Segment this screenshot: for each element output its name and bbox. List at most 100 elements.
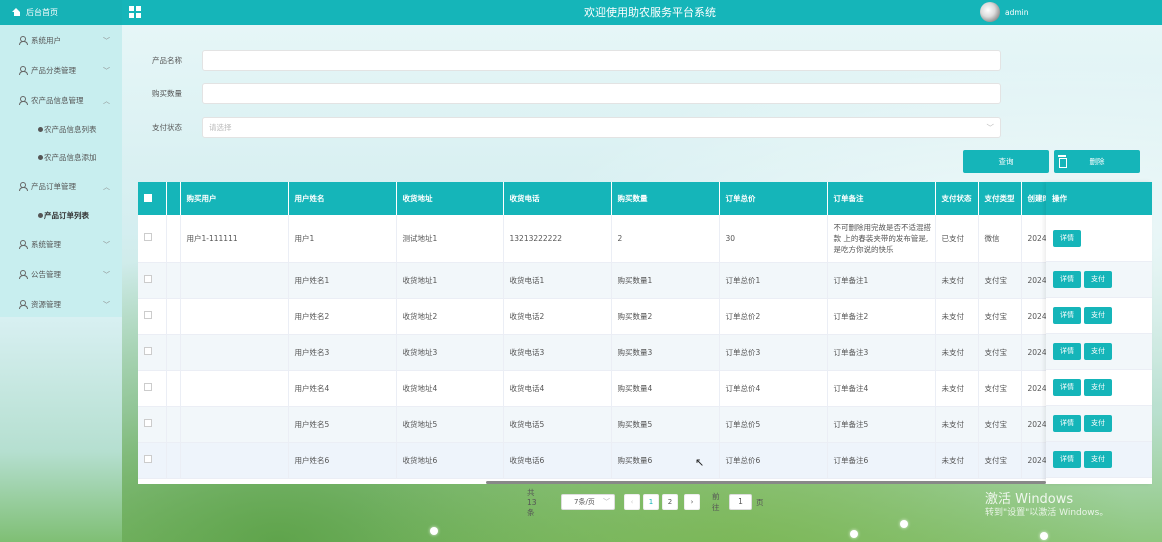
detail-button[interactable]: 详情	[1053, 451, 1081, 468]
detail-button[interactable]: 详情	[1053, 229, 1081, 247]
product-name-label: 产品名称	[152, 56, 182, 65]
table-row[interactable]: 用户姓名3 收货地址3 收货电话3 购买数量3 订单总价3 订单备注3 未支付 支付宝 2024…	[138, 334, 1152, 371]
detail-button[interactable]: 详情	[1053, 379, 1081, 396]
goto-page-input[interactable]: 1	[729, 494, 752, 510]
table-cell-remark: 订单备注2	[827, 298, 936, 335]
row-checkbox[interactable]	[144, 347, 152, 355]
table-row[interactable]: 用户姓名1 收货地址1 收货电话1 购买数量1 订单总价1 订单备注1 未支付 支付宝 2024…	[138, 262, 1152, 299]
table-cell-buyer	[180, 406, 289, 443]
table-cell-buyer: 用户1-111111	[180, 215, 289, 263]
row-select-cell[interactable]	[138, 370, 167, 407]
table-cell-phone: 收货电话6	[503, 442, 612, 479]
detail-button[interactable]: 详情	[1053, 307, 1081, 324]
sidebar-subitem-order-list[interactable]: 产品订单列表	[0, 201, 122, 229]
index-cell	[166, 215, 181, 263]
quantity-input[interactable]	[202, 83, 1001, 104]
operations-cell: 详情 支付	[1046, 298, 1152, 334]
table-cell-remark: 订单备注1	[827, 262, 936, 299]
column-header: 收货电话	[503, 182, 612, 215]
user-icon	[18, 66, 28, 75]
horizontal-scrollbar[interactable]	[486, 481, 1046, 484]
sidebar-subitem-label: 产品订单列表	[44, 210, 89, 220]
sidebar-item-product-info[interactable]: 农产品信息管理 ︿	[0, 85, 122, 115]
query-button[interactable]: 查询	[963, 150, 1049, 173]
sidebar-item-system-manage[interactable]: 系统管理 ﹀	[0, 229, 122, 259]
pay-status-placeholder: 请选择	[209, 123, 232, 132]
username[interactable]: admin	[1005, 0, 1029, 25]
table-cell-status: 未支付	[935, 298, 979, 335]
detail-button[interactable]: 详情	[1053, 343, 1081, 360]
mouse-cursor-icon: ↖	[695, 456, 705, 469]
page-size-select[interactable]: 7条/页 ﹀	[561, 494, 615, 510]
row-checkbox[interactable]	[144, 275, 152, 283]
sidebar-item-orders[interactable]: 产品订单管理 ︿	[0, 171, 122, 201]
sidebar-item-resources[interactable]: 资源管理 ﹀	[0, 289, 122, 319]
sidebar-subitem-product-add[interactable]: 农产品信息添加	[0, 143, 122, 171]
table-cell-phone: 13213222222	[503, 215, 612, 263]
quantity-row: 购买数量	[152, 83, 1001, 104]
table-cell-name: 用户姓名4	[288, 370, 397, 407]
chevron-up-icon: ︿	[103, 97, 110, 105]
table-row[interactable]: 用户姓名2 收货地址2 收货电话2 购买数量2 订单总价2 订单备注2 未支付 支付宝 2024…	[138, 298, 1152, 335]
row-select-cell[interactable]	[138, 215, 167, 263]
detail-button[interactable]: 详情	[1053, 415, 1081, 432]
next-page-button[interactable]: ›	[684, 494, 700, 510]
row-select-cell[interactable]	[138, 262, 167, 299]
page-button-2[interactable]: 2	[662, 494, 678, 510]
table-cell-name: 用户姓名5	[288, 406, 397, 443]
detail-button[interactable]: 详情	[1053, 271, 1081, 288]
pay-button[interactable]: 支付	[1084, 451, 1112, 468]
pay-button[interactable]: 支付	[1084, 307, 1112, 324]
row-select-cell[interactable]	[138, 406, 167, 443]
pay-button[interactable]: 支付	[1084, 343, 1112, 360]
sidebar-subitem-product-list[interactable]: 农产品信息列表	[0, 115, 122, 143]
orders-table: 购买用户 用户姓名 收货地址 收货电话 购买数量 订单总价 订单备注 支付状态 …	[138, 182, 1152, 484]
table-cell-total: 订单总价4	[719, 370, 828, 407]
sidebar-item-label: 产品分类管理	[31, 65, 76, 75]
table-cell-paytype: 支付宝	[978, 262, 1022, 299]
row-select-cell[interactable]	[138, 298, 167, 335]
operations-cell: 详情	[1046, 215, 1152, 262]
table-row[interactable]: 用户1-111111 用户1 测试地址1 13213222222 2 30 不可删除用完故是…	[138, 215, 1152, 263]
select-all-cell[interactable]	[138, 182, 167, 215]
row-checkbox[interactable]	[144, 419, 152, 427]
table-cell-qty: 2	[611, 215, 720, 263]
pay-status-select[interactable]: 请选择 ﹀	[202, 117, 1001, 138]
table-row[interactable]: 用户姓名4 收货地址4 收货电话4 购买数量4 订单总价4 订单备注4 未支付 支付宝 2024…	[138, 370, 1152, 407]
delete-button[interactable]: 删除	[1054, 150, 1140, 173]
table-cell-buyer	[180, 334, 289, 371]
column-header: 操作	[1046, 182, 1152, 215]
row-select-cell[interactable]	[138, 442, 167, 479]
table-cell-address: 收货地址6	[396, 442, 504, 479]
pay-button[interactable]: 支付	[1084, 415, 1112, 432]
chevron-down-icon: ﹀	[103, 301, 110, 309]
table-cell-name: 用户姓名2	[288, 298, 397, 335]
column-header: 订单备注	[827, 182, 936, 215]
row-checkbox[interactable]	[144, 233, 152, 242]
row-checkbox[interactable]	[144, 455, 152, 463]
row-checkbox[interactable]	[144, 383, 152, 391]
sidebar-item-notices[interactable]: 公告管理 ﹀	[0, 259, 122, 289]
select-all-checkbox[interactable]	[144, 193, 152, 202]
sidebar-item-system-users[interactable]: 系统用户 ﹀	[0, 25, 122, 55]
chevron-down-icon: ﹀	[103, 67, 110, 75]
avatar[interactable]	[980, 2, 1000, 22]
row-checkbox[interactable]	[144, 311, 152, 319]
table-row[interactable]: 用户姓名5 收货地址5 收货电话5 购买数量5 订单总价5 订单备注5 未支付 支付宝 2024…	[138, 406, 1152, 443]
pay-status-label: 支付状态	[152, 123, 182, 132]
table-row[interactable]: 用户姓名6 收货地址6 收货电话6 购买数量6 订单总价6 订单备注6 未支付 支付宝 2024…	[138, 442, 1152, 479]
prev-page-button[interactable]: ‹	[624, 494, 640, 510]
product-name-input[interactable]	[202, 50, 1001, 71]
table-cell-qty: 购买数量1	[611, 262, 720, 299]
table-cell-total: 30	[719, 215, 828, 263]
operations-cell: 详情 支付	[1046, 334, 1152, 370]
row-select-cell[interactable]	[138, 334, 167, 371]
table-cell-status: 未支付	[935, 406, 979, 443]
table-cell-address: 收货地址3	[396, 334, 504, 371]
page-button-1[interactable]: 1	[643, 494, 659, 510]
pay-button[interactable]: 支付	[1084, 271, 1112, 288]
table-cell-name: 用户姓名3	[288, 334, 397, 371]
table-cell-status: 未支付	[935, 334, 979, 371]
pay-button[interactable]: 支付	[1084, 379, 1112, 396]
sidebar-item-category[interactable]: 产品分类管理 ﹀	[0, 55, 122, 85]
